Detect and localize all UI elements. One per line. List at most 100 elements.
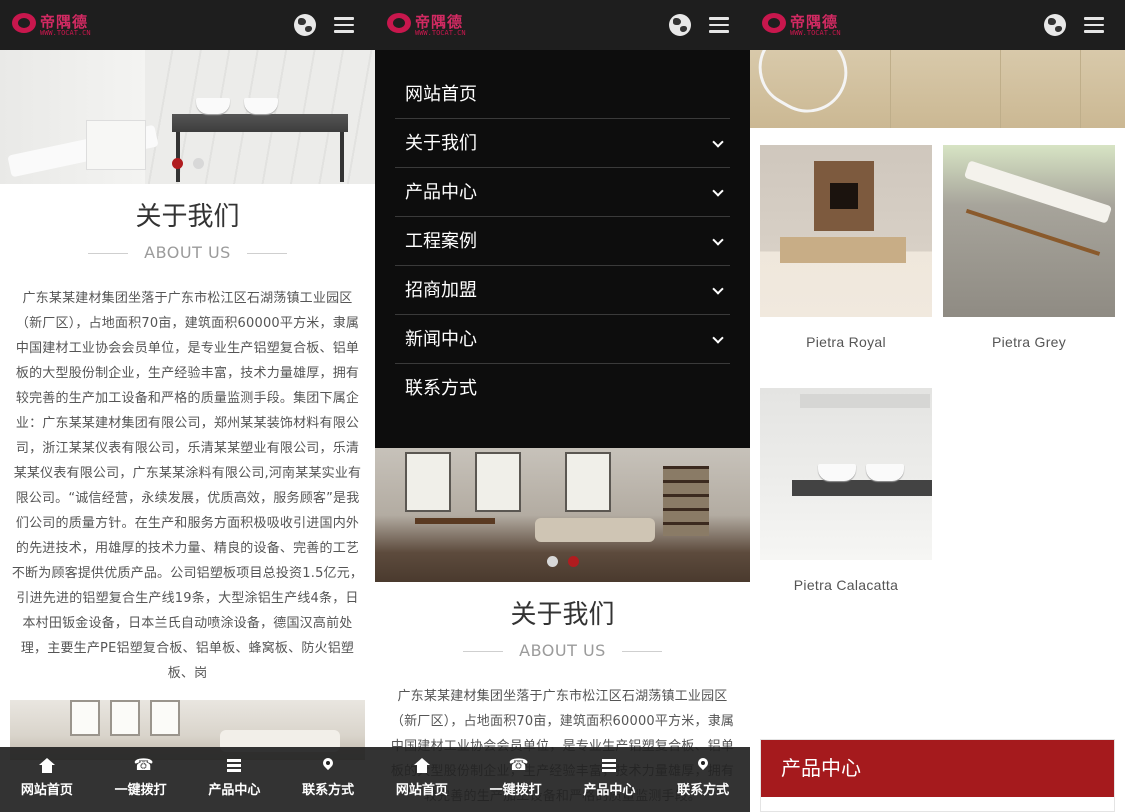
bottom-nav: 网站首页 一键拨打 产品中心 联系方式 bbox=[0, 747, 375, 812]
menu-item-home[interactable]: 网站首页 bbox=[395, 70, 730, 119]
phone-screen-home: 帝隅德 WWW.TOCAT.CN 关于我们 ABOUT US 广东某某建材集团坐… bbox=[0, 0, 375, 812]
product-name[interactable]: Pietra Royal bbox=[760, 334, 932, 350]
banner-table bbox=[415, 518, 495, 524]
image-mirror bbox=[800, 394, 930, 408]
carousel-dot-1[interactable] bbox=[171, 158, 183, 169]
image-sink bbox=[818, 464, 856, 481]
site-logo[interactable]: 帝隅德 WWW.TOCAT.CN bbox=[387, 10, 469, 40]
banner-window bbox=[475, 452, 521, 512]
carousel-dots bbox=[0, 154, 375, 173]
top-bar: 帝隅德 WWW.TOCAT.CN bbox=[375, 0, 750, 50]
banner-window bbox=[405, 452, 451, 512]
nav-contact-button[interactable]: 联系方式 bbox=[281, 747, 375, 812]
image-tile-line bbox=[1000, 50, 1001, 128]
nav-call-button[interactable]: 一键拨打 bbox=[469, 747, 563, 812]
carousel-dots bbox=[375, 552, 750, 571]
home-icon bbox=[413, 758, 431, 774]
divider-line bbox=[88, 253, 128, 254]
about-subtitle: ABOUT US bbox=[0, 243, 375, 262]
image-bench bbox=[780, 237, 906, 263]
logo-mark-icon bbox=[387, 13, 411, 33]
logo-url: WWW.TOCAT.CN bbox=[790, 29, 841, 37]
divider-line bbox=[247, 253, 287, 254]
divider-line bbox=[622, 651, 662, 652]
bottom-nav: 网站首页 一键拨打 产品中心 联系方式 bbox=[375, 747, 750, 812]
carousel-dot-2[interactable] bbox=[192, 158, 204, 169]
chevron-down-icon[interactable] bbox=[712, 332, 724, 344]
menu-item-products[interactable]: 产品中心 bbox=[395, 168, 730, 217]
nav-home-button[interactable]: 网站首页 bbox=[0, 747, 94, 812]
product-image[interactable] bbox=[943, 145, 1115, 317]
carousel-dot-1[interactable] bbox=[546, 556, 558, 567]
about-title: 关于我们 bbox=[135, 202, 240, 232]
nav-contact-button[interactable]: 联系方式 bbox=[656, 747, 750, 812]
phone-screen-products: 帝隅德 WWW.TOCAT.CN Pietra Royal Pietra Gre… bbox=[750, 0, 1125, 812]
image-counter bbox=[792, 480, 932, 496]
product-name[interactable]: Pietra Grey bbox=[943, 334, 1115, 350]
carousel-dot-2[interactable] bbox=[567, 556, 579, 567]
product-name[interactable]: Pietra Calacatta bbox=[760, 577, 932, 593]
nav-home-button[interactable]: 网站首页 bbox=[375, 747, 469, 812]
banner-sofa bbox=[535, 518, 655, 542]
globe-icon[interactable] bbox=[294, 14, 316, 36]
image-chair bbox=[750, 50, 862, 128]
nav-products-button[interactable]: 产品中心 bbox=[188, 747, 282, 812]
location-pin-icon bbox=[319, 758, 337, 774]
site-logo[interactable]: 帝隅德 WWW.TOCAT.CN bbox=[762, 10, 844, 40]
hamburger-menu-icon[interactable] bbox=[1084, 15, 1106, 35]
about-subtitle-text: ABOUT US bbox=[144, 243, 231, 262]
image-tile-line bbox=[1080, 50, 1081, 128]
top-bar: 帝隅德 WWW.TOCAT.CN bbox=[750, 0, 1125, 50]
product-image[interactable] bbox=[760, 388, 932, 560]
product-card[interactable]: Pietra Royal bbox=[760, 145, 932, 350]
menu-item-news[interactable]: 新闻中心 bbox=[395, 315, 730, 364]
banner-shelves bbox=[663, 466, 709, 536]
top-bar: 帝隅德 WWW.TOCAT.CN bbox=[0, 0, 375, 50]
banner-slider[interactable] bbox=[375, 448, 750, 582]
dropdown-menu: 网站首页 关于我们 产品中心 工程案例 招商加盟 新闻中心 联系方式 bbox=[375, 50, 750, 448]
hamburger-menu-icon[interactable] bbox=[334, 15, 356, 35]
image-window bbox=[150, 700, 180, 736]
phone-icon bbox=[507, 755, 529, 774]
image-window bbox=[110, 700, 140, 736]
chevron-down-icon[interactable] bbox=[712, 136, 724, 148]
list-icon bbox=[600, 758, 618, 774]
product-card[interactable]: Pietra Calacatta bbox=[760, 388, 932, 593]
menu-item-about[interactable]: 关于我们 bbox=[395, 119, 730, 168]
phone-icon bbox=[132, 755, 154, 774]
globe-icon[interactable] bbox=[669, 14, 691, 36]
product-image[interactable] bbox=[760, 145, 932, 317]
logo-url: WWW.TOCAT.CN bbox=[40, 29, 91, 37]
chevron-down-icon[interactable] bbox=[712, 283, 724, 295]
logo-url: WWW.TOCAT.CN bbox=[415, 29, 466, 37]
globe-icon[interactable] bbox=[1044, 14, 1066, 36]
menu-item-franchise[interactable]: 招商加盟 bbox=[395, 266, 730, 315]
about-title: 关于我们 bbox=[510, 600, 615, 630]
category-panel: 产品中心 bbox=[760, 739, 1115, 812]
menu-item-contact[interactable]: 联系方式 bbox=[395, 364, 730, 413]
image-fireplace bbox=[814, 161, 874, 231]
location-pin-icon bbox=[694, 758, 712, 774]
about-text: 广东某某建材集团坐落于广东市松江区石湖荡镇工业园区（新厂区），占地面积70亩，建… bbox=[11, 291, 364, 681]
product-card[interactable]: Pietra Grey bbox=[943, 145, 1115, 350]
image-tile-line bbox=[890, 50, 891, 128]
banner-sink bbox=[196, 98, 230, 114]
image-window bbox=[70, 700, 100, 736]
category-title: 产品中心 bbox=[761, 740, 1114, 797]
banner-slider[interactable] bbox=[0, 50, 375, 184]
about-subtitle: ABOUT US bbox=[375, 641, 750, 660]
product-hero-image bbox=[750, 50, 1125, 128]
list-icon bbox=[225, 758, 243, 774]
logo-mark-icon bbox=[762, 13, 786, 33]
chevron-down-icon[interactable] bbox=[712, 234, 724, 246]
chevron-down-icon[interactable] bbox=[712, 185, 724, 197]
nav-products-button[interactable]: 产品中心 bbox=[563, 747, 657, 812]
site-logo[interactable]: 帝隅德 WWW.TOCAT.CN bbox=[12, 10, 94, 40]
banner-sink bbox=[244, 98, 278, 114]
hamburger-menu-icon[interactable] bbox=[709, 15, 731, 35]
nav-call-button[interactable]: 一键拨打 bbox=[94, 747, 188, 812]
menu-item-cases[interactable]: 工程案例 bbox=[395, 217, 730, 266]
divider-line bbox=[463, 651, 503, 652]
phone-screen-menu-open: 帝隅德 WWW.TOCAT.CN 网站首页 关于我们 产品中心 工程案例 招商加… bbox=[375, 0, 750, 812]
image-sink bbox=[866, 464, 904, 481]
